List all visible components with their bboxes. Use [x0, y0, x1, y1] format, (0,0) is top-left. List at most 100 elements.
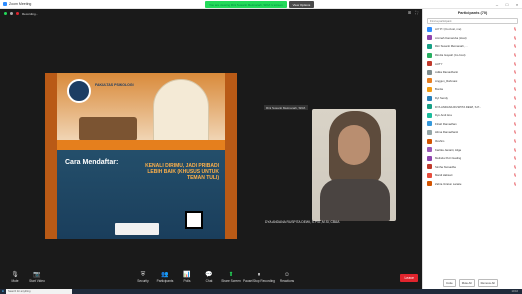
remove-all-button[interactable]: Remove All [477, 279, 498, 287]
fullscreen-icon[interactable]: ⛶ [415, 10, 418, 15]
mute-button[interactable]: 🎙 Mute [4, 272, 26, 283]
polls-button[interactable]: 📊 Polls [176, 272, 198, 283]
participant-row[interactable]: Aminah Kamaruba (Host) 🎙 [423, 34, 522, 43]
mic-muted-icon[interactable]: 🎙 [513, 87, 517, 91]
participant-row[interactable]: Sintha Nursadha 🎙 [423, 163, 522, 172]
mic-muted-icon[interactable]: 🎙 [513, 113, 517, 117]
meeting-area: Recording... ⊞ ⛶ FAKULTAS PSIKOLOGI Cara… [0, 9, 422, 289]
mic-muted-icon[interactable]: 🎙 [513, 27, 517, 31]
shield-icon: ⛨ [140, 272, 146, 278]
mic-muted-icon[interactable]: 🎙 [513, 53, 517, 57]
mic-muted-icon[interactable]: 🎙 [513, 70, 517, 74]
participant-row[interactable]: Bonita 🎙 [423, 85, 522, 94]
participant-row[interactable]: Dyo Andi Ana 🎙 [423, 111, 522, 120]
participant-row[interactable]: AUTY 🎙 [423, 59, 522, 68]
participant-name: DYA ANDANA RUSPITA DEWI, S.P... [435, 104, 482, 109]
poster-sponsor-strip [115, 223, 159, 235]
mic-muted-icon[interactable]: 🎙 [513, 96, 517, 100]
participant-name: Dyt Sendy [435, 96, 448, 101]
mic-muted-icon[interactable]: 🎙 [513, 62, 517, 66]
minimize-icon[interactable]: – [492, 0, 502, 9]
viewing-screen-message: You are viewing Rini Susanti Meimanah, S… [205, 1, 287, 8]
mic-muted-icon[interactable]: 🎙 [513, 44, 517, 48]
participant-name: Kartika Janiarti, Aliga [435, 147, 462, 152]
mic-muted-icon[interactable]: 🎙 [513, 105, 517, 109]
smile-icon: ☺ [283, 272, 291, 278]
mic-muted-icon[interactable]: 🎙 [513, 148, 517, 152]
participant-row[interactable]: Kartika Janiarti, Aliga 🎙 [423, 145, 522, 154]
poster-band [57, 140, 225, 150]
participant-search-input[interactable]: Find a participant [427, 18, 518, 24]
info-icon[interactable] [10, 12, 13, 15]
mic-muted-icon[interactable]: 🎙 [513, 165, 517, 169]
pause-stop-recording-button[interactable]: ⏸ Pause/Stop Recording [242, 272, 276, 283]
invite-button[interactable]: Invite [443, 279, 456, 287]
window-controls: – □ × [492, 0, 522, 9]
avatar [427, 95, 432, 101]
poster-arch-graphic [153, 79, 209, 141]
participant-row[interactable]: Mardi Habsari 🎙 [423, 171, 522, 180]
shared-screen: FAKULTAS PSIKOLOGI Cara Mendaftar: KENAL… [45, 73, 237, 239]
participant-name: Sintha Nursadha [435, 164, 456, 169]
participant-row[interactable]: Melinda Putri Gading 🎙 [423, 154, 522, 163]
participant-row[interactable]: Rini Susanti Meimanah, ... 🎙 [423, 42, 522, 51]
webinar-poster: FAKULTAS PSIKOLOGI Cara Mendaftar: KENAL… [57, 73, 225, 239]
share-screen-button[interactable]: ⬆ Share Screen [220, 272, 242, 283]
mic-muted-icon[interactable]: 🎙 [513, 156, 517, 160]
avatar [427, 52, 432, 58]
mic-muted-icon[interactable]: 🎙 [513, 173, 517, 177]
reactions-button[interactable]: ☺ Reactions [276, 272, 298, 283]
participant-row[interactable]: DYA ANDANA RUSPITA DEWI, S.P... 🎙 [423, 102, 522, 111]
avatar [427, 26, 432, 32]
participant-row[interactable]: A P P I (Co-host, me) 🎙 [423, 25, 522, 34]
avatar [427, 86, 432, 92]
mic-muted-icon[interactable]: 🎙 [513, 139, 517, 143]
leave-button[interactable]: Leave [400, 273, 418, 282]
participant-name: Zahra Izzatun Laraite [435, 181, 462, 186]
participant-row[interactable]: Hilma Ramadhanti 🎙 [423, 128, 522, 137]
participant-row[interactable]: Ibrahim 🎙 [423, 137, 522, 146]
mic-muted-icon[interactable]: 🎙 [513, 36, 517, 40]
participant-row[interactable]: Fitrah Ramadhan 🎙 [423, 120, 522, 129]
participant-row[interactable]: Rindra Gayatri (Co-host) 🎙 [423, 51, 522, 60]
avatar [427, 112, 432, 118]
participant-row[interactable]: Zahra Izzatun Laraite 🎙 [423, 180, 522, 189]
speaker-video[interactable]: Rini Susanti Meimanah, SKM. DYA ANDANA R… [252, 101, 419, 226]
avatar [427, 121, 432, 127]
participant-name: Fitrah Ramadhan [435, 121, 457, 126]
chat-button[interactable]: 💬 Chat [198, 272, 220, 283]
view-options-button[interactable]: View Options [288, 1, 315, 8]
recording-status: Recording... [22, 11, 39, 16]
participant-name: Bonita [435, 87, 443, 92]
panel-footer: Invite Mute All Remove All [443, 279, 498, 287]
avatar [427, 104, 432, 110]
taskbar-search-input[interactable]: Search for anything [6, 289, 72, 294]
participants-button[interactable]: 👥 Participants [154, 272, 176, 283]
participant-name: Rindra Gayatri (Co-host) [435, 53, 466, 58]
security-button[interactable]: ⛨ Security [132, 272, 154, 283]
mic-muted-icon[interactable]: 🎙 [513, 130, 517, 134]
mic-muted-icon[interactable]: 🎙 [513, 122, 517, 126]
maximize-icon[interactable]: □ [502, 0, 512, 9]
mic-muted-icon[interactable]: 🎙 [513, 182, 517, 186]
poster-title: FAKULTAS PSIKOLOGI [95, 83, 134, 87]
encryption-icon[interactable] [4, 12, 7, 15]
participant-name: Hilma Ramadhanti [435, 130, 459, 135]
window-title: Zoom Meeting [9, 2, 32, 6]
avatar [427, 69, 432, 75]
participant-row[interactable]: Anggun_Rahmasi 🎙 [423, 77, 522, 86]
mute-all-button[interactable]: Mute All [458, 279, 475, 287]
avatar [427, 43, 432, 49]
poster-headline: KENALI DIRIMU, JADI PRIBADI LEBIH BAIK (… [145, 163, 219, 181]
start-video-button[interactable]: 📷 Start Video [26, 272, 48, 283]
participant-row[interactable]: Dyt Sendy 🎙 [423, 94, 522, 103]
taskbar-clock: 10:16 [511, 290, 519, 293]
people-icon: 👥 [161, 272, 169, 278]
participant-row[interactable]: Adika Ramadhanti 🎙 [423, 68, 522, 77]
close-icon[interactable]: × [512, 0, 522, 9]
gallery-view-icon[interactable]: ⊞ [408, 10, 411, 15]
mic-muted-icon[interactable]: 🎙 [513, 79, 517, 83]
speaker-overlay-label: Rini Susanti Meimanah, SKM. [264, 105, 308, 110]
zoom-logo-icon [3, 2, 7, 6]
chat-icon: 💬 [205, 272, 213, 278]
